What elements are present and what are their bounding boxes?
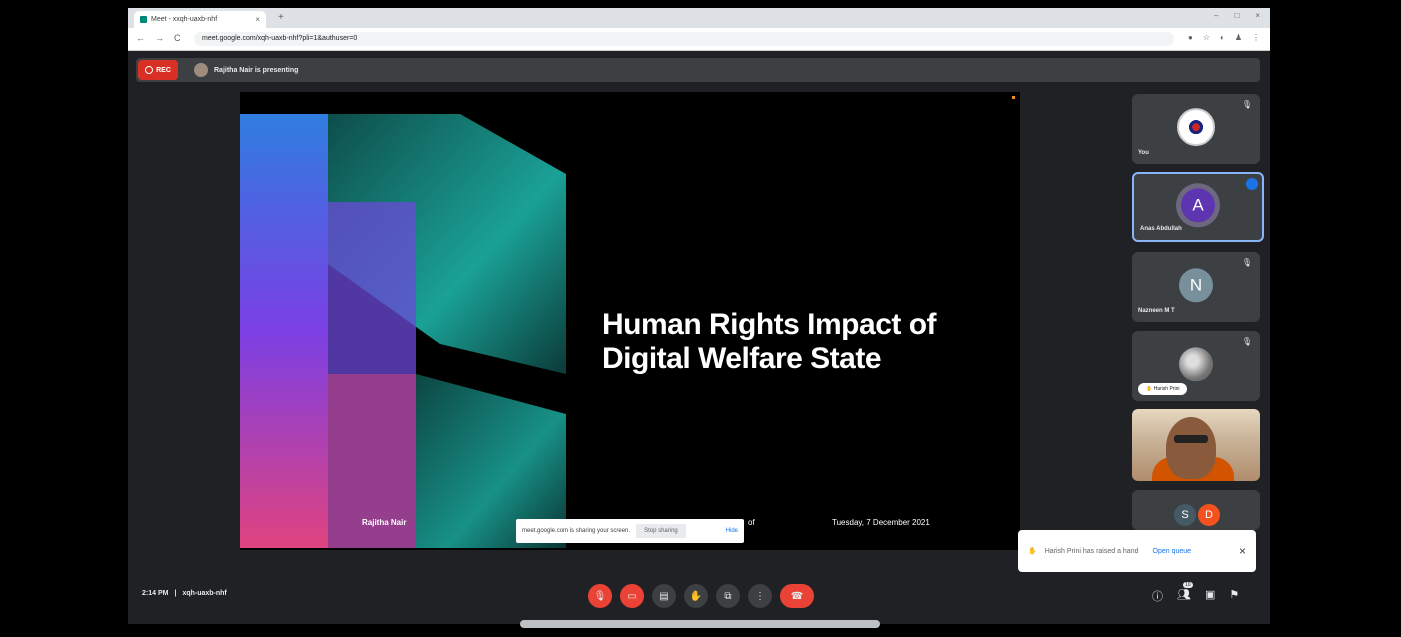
record-icon (145, 66, 154, 74)
video-person-face (1166, 417, 1216, 479)
slide-title: Human Rights Impact of Digital Welfare S… (602, 308, 937, 376)
presenter-avatar (194, 63, 208, 77)
meeting-info: 2:14 PM | xqh-uaxb-nhf (142, 590, 227, 597)
captions-button[interactable]: ▤ (652, 584, 676, 608)
horizontal-scrollbar[interactable] (520, 620, 880, 628)
meet-top-bar: REC Rajitha Nair is presenting (136, 58, 1260, 82)
presenting-indicator: Rajitha Nair is presenting (194, 60, 298, 80)
share-banner-text: meet.google.com is sharing your screen. (522, 528, 631, 534)
raised-hand-notification: ✋ Harish Prini has raised a hand Open qu… (1018, 530, 1256, 572)
browser-window: Meet - xxqh-uaxb-nhf × + – □ × ← → C mee… (128, 8, 1270, 624)
avatar (1177, 108, 1215, 147)
browser-tab[interactable]: Meet - xxqh-uaxb-nhf × (134, 11, 266, 28)
stop-sharing-button[interactable]: Stop sharing (636, 524, 686, 538)
address-bar-row: ← → C meet.google.com/xqh-uaxb-nhf?pli=1… (128, 28, 1270, 51)
camera-off-icon: ▭ (627, 590, 637, 602)
camera-toggle-button[interactable]: ▭ (620, 584, 644, 608)
call-controls: 🎙︎ ▭ ▤ ✋ ⧉ ⋮ ☎ (588, 584, 814, 608)
more-vert-icon: ⋮ (755, 590, 765, 602)
recording-badge[interactable]: REC (138, 60, 178, 80)
mic-off-icon: 🎙︎ (1241, 258, 1252, 267)
menu-kebab-icon[interactable]: ⋮ (1252, 33, 1260, 42)
participant-tile-harish[interactable]: 🎙︎ ✋ Harish Prini (1132, 331, 1260, 401)
slide-title-line1: Human Rights Impact of (602, 308, 937, 341)
slide-title-line2: Digital Welfare State (602, 342, 882, 375)
nav-buttons: ← → C (136, 33, 181, 43)
present-button[interactable]: ⧉ (716, 584, 740, 608)
screen-share-banner: meet.google.com is sharing your screen. … (516, 519, 744, 543)
separator: | (174, 590, 177, 597)
side-panel-buttons: ⓘ 👥︎ 10 ▣ ⚑ (1152, 582, 1239, 604)
participant-tile-you[interactable]: 🎙︎ You (1132, 94, 1260, 164)
profile-icon[interactable]: ♟ (1235, 33, 1242, 42)
close-window-button[interactable]: × (1255, 11, 1260, 20)
activities-icon[interactable]: ⚑ (1229, 588, 1239, 604)
hand-icon: ✋ (1028, 548, 1037, 555)
avatar-photo (1179, 347, 1213, 382)
avatar-s: S (1174, 504, 1196, 526)
video-person-glasses (1174, 435, 1208, 443)
org-logo-icon (1187, 118, 1205, 137)
close-notification-icon[interactable]: × (1239, 544, 1246, 558)
participant-tile-nazneen[interactable]: N 🎙︎ Nazneen M T (1132, 252, 1260, 322)
captions-icon: ▤ (659, 590, 669, 602)
url-field[interactable]: meet.google.com/xqh-uaxb-nhf?pli=1&authu… (194, 32, 1174, 46)
meet-favicon-icon (140, 16, 147, 23)
mic-off-icon: 🎙︎ (1241, 337, 1252, 346)
present-screen-icon: ⧉ (724, 590, 732, 602)
leave-call-button[interactable]: ☎ (780, 584, 814, 608)
people-count-badge: 10 (1183, 582, 1193, 588)
participant-name: Nazneen M T (1138, 308, 1175, 314)
avatar: A (1181, 188, 1215, 223)
chat-icon[interactable]: ▣ (1205, 588, 1215, 604)
participant-name: You (1138, 150, 1149, 156)
window-controls: – □ × (1214, 11, 1260, 20)
minimize-button[interactable]: – (1214, 11, 1218, 20)
participant-name: Anas Abdullah (1140, 226, 1182, 232)
hide-banner-button[interactable]: Hide (726, 528, 738, 534)
participant-tile-video[interactable] (1132, 409, 1260, 481)
maximize-button[interactable]: □ (1234, 11, 1239, 20)
end-call-icon: ☎ (790, 590, 804, 602)
pointer-dot (1012, 96, 1015, 99)
meeting-code: xqh-uaxb-nhf (182, 590, 227, 597)
hand-icon: ✋ (689, 590, 703, 602)
tab-title: Meet - xxqh-uaxb-nhf (151, 16, 218, 23)
camera-indicator-icon[interactable]: ● (1188, 33, 1193, 42)
participant-tile-others[interactable]: S D (1132, 490, 1260, 530)
mic-toggle-button[interactable]: 🎙︎ (588, 584, 612, 608)
raise-hand-button[interactable]: ✋ (684, 584, 708, 608)
slide-artwork (240, 114, 566, 548)
rec-label: REC (156, 66, 171, 74)
mic-off-icon: 🎙︎ (593, 590, 607, 602)
clock-time: 2:14 PM (142, 590, 169, 597)
tab-close-icon[interactable]: × (255, 15, 260, 24)
presentation-slide: Human Rights Impact of Digital Welfare S… (240, 92, 1020, 550)
info-icon[interactable]: ⓘ (1152, 588, 1163, 604)
presenting-text: Rajitha Nair is presenting (214, 66, 299, 74)
avatar: N (1179, 268, 1213, 303)
participant-tile-anas[interactable]: A Anas Abdullah (1132, 172, 1264, 242)
tab-bar: Meet - xxqh-uaxb-nhf × + – □ × (128, 8, 1270, 28)
raised-hand-name-pill: ✋ Harish Prini (1138, 383, 1188, 395)
notification-text: Harish Prini has raised a hand (1044, 547, 1139, 555)
mic-off-icon: 🎙︎ (1241, 100, 1252, 109)
slide-presenter-name: Rajitha Nair (362, 518, 407, 527)
new-tab-button[interactable]: + (278, 12, 284, 23)
avatar-d: D (1198, 504, 1220, 526)
reload-icon[interactable]: C (174, 33, 181, 43)
more-options-button[interactable]: ⋮ (748, 584, 772, 608)
people-icon: 👥︎ (1177, 589, 1191, 601)
open-queue-button[interactable]: Open queue (1153, 548, 1192, 555)
speaking-indicator-icon (1246, 178, 1258, 190)
slide-date: Tuesday, 7 December 2021 (832, 518, 930, 527)
browser-toolbar: ● ☆ ◐ ♟ ⋮ (1188, 33, 1260, 42)
people-button[interactable]: 👥︎ 10 (1177, 582, 1193, 604)
slide-subtitle-fragment: of (748, 518, 755, 527)
bookmark-star-icon[interactable]: ☆ (1203, 33, 1210, 42)
forward-icon[interactable]: → (155, 33, 164, 43)
extension-icon[interactable]: ◐ (1220, 33, 1225, 42)
back-icon[interactable]: ← (136, 33, 145, 43)
